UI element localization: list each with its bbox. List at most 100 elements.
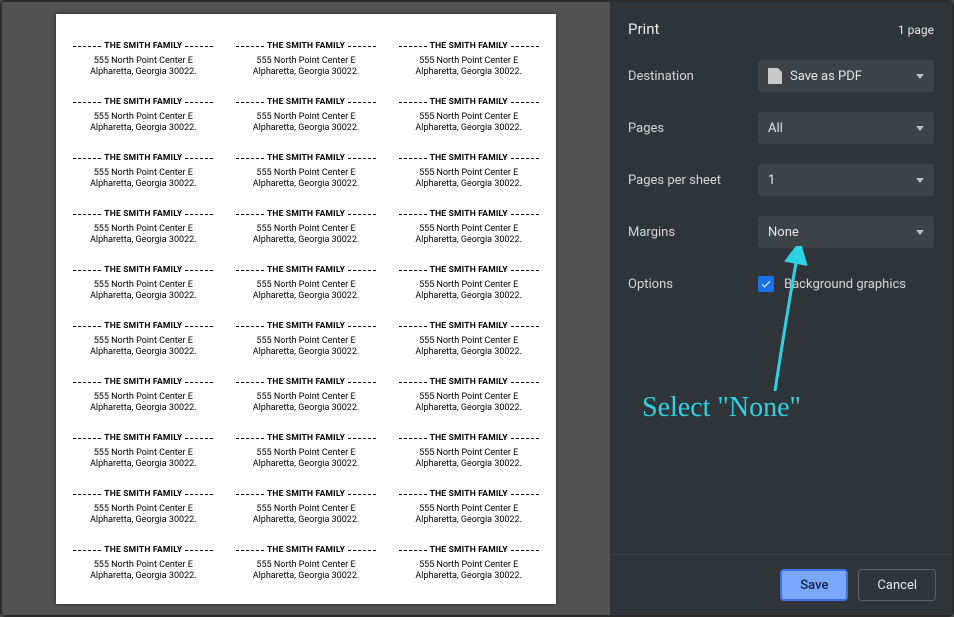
address-label-line1: 555 North Point Center E xyxy=(419,448,518,459)
address-label-title: THE SMITH FAMILY xyxy=(236,321,376,332)
pages-per-sheet-value: 1 xyxy=(768,173,775,188)
address-label: THE SMITH FAMILY555 North Point Center E… xyxy=(64,312,223,368)
destination-select[interactable]: Save as PDF xyxy=(758,60,934,92)
address-label-title: THE SMITH FAMILY xyxy=(73,433,213,444)
address-label: THE SMITH FAMILY555 North Point Center E… xyxy=(227,424,386,480)
address-label-line2: Alpharetta, Georgia 30022. xyxy=(90,403,197,414)
address-label: THE SMITH FAMILY555 North Point Center E… xyxy=(64,368,223,424)
address-label-title: THE SMITH FAMILY xyxy=(236,209,376,220)
address-label: THE SMITH FAMILY555 North Point Center E… xyxy=(64,480,223,536)
address-label: THE SMITH FAMILY555 North Point Center E… xyxy=(227,256,386,312)
address-label-title: THE SMITH FAMILY xyxy=(236,377,376,388)
address-label-line1: 555 North Point Center E xyxy=(256,392,355,403)
address-label-line2: Alpharetta, Georgia 30022. xyxy=(415,291,522,302)
address-label-line2: Alpharetta, Georgia 30022. xyxy=(90,571,197,582)
address-label-line1: 555 North Point Center E xyxy=(256,168,355,179)
address-label-line2: Alpharetta, Georgia 30022. xyxy=(415,403,522,414)
check-icon xyxy=(760,278,772,290)
address-label-line1: 555 North Point Center E xyxy=(419,112,518,123)
address-label-title: THE SMITH FAMILY xyxy=(73,545,213,556)
row-destination: Destination Save as PDF xyxy=(628,60,934,92)
address-label-line2: Alpharetta, Georgia 30022. xyxy=(253,403,360,414)
address-label-title: THE SMITH FAMILY xyxy=(399,265,539,276)
address-label-title: THE SMITH FAMILY xyxy=(399,321,539,332)
address-label-line2: Alpharetta, Georgia 30022. xyxy=(90,459,197,470)
address-label-line1: 555 North Point Center E xyxy=(94,336,193,347)
address-label-title: THE SMITH FAMILY xyxy=(399,209,539,220)
pages-per-sheet-select[interactable]: 1 xyxy=(758,164,934,196)
address-label-line1: 555 North Point Center E xyxy=(419,392,518,403)
address-label-line1: 555 North Point Center E xyxy=(94,448,193,459)
address-label-line2: Alpharetta, Georgia 30022. xyxy=(253,571,360,582)
address-label-title: THE SMITH FAMILY xyxy=(73,265,213,276)
address-label-line2: Alpharetta, Georgia 30022. xyxy=(90,235,197,246)
address-label-title: THE SMITH FAMILY xyxy=(236,433,376,444)
address-label-title: THE SMITH FAMILY xyxy=(399,97,539,108)
address-label-line2: Alpharetta, Georgia 30022. xyxy=(253,515,360,526)
pages-select[interactable]: All xyxy=(758,112,934,144)
panel-footer: Save Cancel xyxy=(610,554,952,615)
pages-value: All xyxy=(768,121,783,136)
preview-page: THE SMITH FAMILY 555 North Point Center E… xyxy=(56,14,556,604)
address-label-line1: 555 North Point Center E xyxy=(94,504,193,515)
address-label-title: THE SMITH FAMILY xyxy=(73,153,213,164)
address-label-line1: 555 North Point Center E xyxy=(256,56,355,67)
address-label-line2: Alpharetta, Georgia 30022. xyxy=(90,515,197,526)
cancel-button[interactable]: Cancel xyxy=(858,569,936,601)
label-pages-per-sheet: Pages per sheet xyxy=(628,173,746,188)
chevron-down-icon xyxy=(916,230,924,235)
address-label-title: THE SMITH FAMILY xyxy=(399,41,539,52)
address-label-line2: Alpharetta, Georgia 30022. xyxy=(415,347,522,358)
background-graphics-checkbox[interactable] xyxy=(758,276,774,292)
address-label-line2: Alpharetta, Georgia 30022. xyxy=(90,123,197,134)
address-label-line1: 555 North Point Center E xyxy=(94,560,193,571)
label-options: Options xyxy=(628,277,746,292)
address-label-line1: 555 North Point Center E xyxy=(419,336,518,347)
address-label: THE SMITH FAMILY555 North Point Center E… xyxy=(227,536,386,592)
address-label: THE SMITH FAMILY555 North Point Center E… xyxy=(389,536,548,592)
address-label-line1: 555 North Point Center E xyxy=(256,112,355,123)
chevron-down-icon xyxy=(916,74,924,79)
address-label-line2: Alpharetta, Georgia 30022. xyxy=(253,459,360,470)
address-label-line1: 555 North Point Center E xyxy=(419,504,518,515)
save-button[interactable]: Save xyxy=(780,569,848,601)
row-margins: Margins None xyxy=(628,216,934,248)
address-label-title: THE SMITH FAMILY xyxy=(73,377,213,388)
address-label-line2: Alpharetta, Georgia 30022. xyxy=(253,67,360,78)
address-label-line1: 555 North Point Center E xyxy=(256,224,355,235)
address-label: THE SMITH FAMILY 555 North Point Center E… xyxy=(64,144,223,200)
address-label-line2: Alpharetta, Georgia 30022. xyxy=(253,179,360,190)
panel-title: Print xyxy=(628,20,659,38)
address-label: THE SMITH FAMILY555 North Point Center E… xyxy=(389,480,548,536)
address-label-title: THE SMITH FAMILY xyxy=(399,153,539,164)
address-label-line2: Alpharetta, Georgia 30022. xyxy=(415,515,522,526)
row-options: Options Background graphics xyxy=(628,268,934,300)
address-label: THE SMITH FAMILY555 North Point Center E… xyxy=(227,480,386,536)
address-label: THE SMITH FAMILY 555 North Point Center E… xyxy=(389,312,548,368)
address-label-title: THE SMITH FAMILY xyxy=(73,97,213,108)
options-value: Background graphics xyxy=(784,277,906,292)
address-label-line1: 555 North Point Center E xyxy=(94,112,193,123)
address-label-line2: Alpharetta, Georgia 30022. xyxy=(415,123,522,134)
address-label-line1: 555 North Point Center E xyxy=(256,560,355,571)
address-label-title: THE SMITH FAMILY xyxy=(236,97,376,108)
address-label: THE SMITH FAMILY 555 North Point Center E… xyxy=(64,88,223,144)
address-label: THE SMITH FAMILY555 North Point Center E… xyxy=(389,368,548,424)
address-label-title: THE SMITH FAMILY xyxy=(236,41,376,52)
panel-header: Print 1 page xyxy=(628,20,934,38)
address-label: THE SMITH FAMILY 555 North Point Center E… xyxy=(227,368,386,424)
chevron-down-icon xyxy=(916,178,924,183)
address-label: THE SMITH FAMILY555 North Point Center E… xyxy=(64,200,223,256)
address-label: THE SMITH FAMILY 555 North Point Center E… xyxy=(64,256,223,312)
address-label-title: THE SMITH FAMILY xyxy=(399,433,539,444)
margins-select[interactable]: None xyxy=(758,216,934,248)
address-label: THE SMITH FAMILY 555 North Point Center E… xyxy=(389,424,548,480)
address-label-line2: Alpharetta, Georgia 30022. xyxy=(90,179,197,190)
address-label-line1: 555 North Point Center E xyxy=(94,280,193,291)
address-label: THE SMITH FAMILY555 North Point Center E… xyxy=(227,312,386,368)
address-label-line1: 555 North Point Center E xyxy=(94,168,193,179)
print-preview-pane: THE SMITH FAMILY 555 North Point Center E… xyxy=(2,2,610,615)
address-label-line2: Alpharetta, Georgia 30022. xyxy=(90,291,197,302)
address-label-line1: 555 North Point Center E xyxy=(256,280,355,291)
row-pages-per-sheet: Pages per sheet 1 xyxy=(628,164,934,196)
